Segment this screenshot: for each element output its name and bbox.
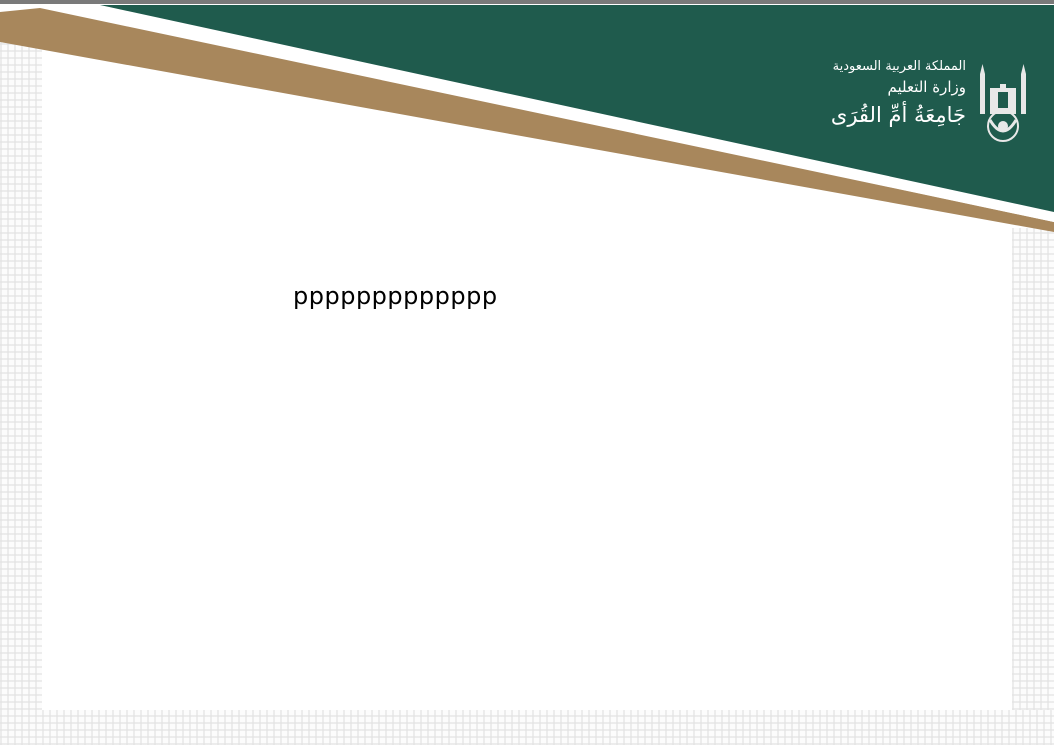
bottom-ornament-border: [0, 710, 1054, 745]
university-emblem-icon: [980, 64, 1026, 142]
kingdom-label: المملكة العربية السعودية: [832, 59, 966, 74]
document-page: المملكة العربية السعودية وزارة التعليم ج…: [0, 0, 1054, 745]
body-text: ppppppppppppp: [293, 282, 498, 310]
university-logo: المملكة العربية السعودية وزارة التعليم ج…: [800, 58, 1032, 148]
ministry-label: وزارة التعليم: [887, 78, 966, 96]
logo-text: المملكة العربية السعودية وزارة التعليم ج…: [831, 58, 966, 132]
right-ornament-border: [1012, 228, 1054, 710]
university-name: جَامِعَةُ أمِّ القُرَى: [830, 103, 966, 127]
